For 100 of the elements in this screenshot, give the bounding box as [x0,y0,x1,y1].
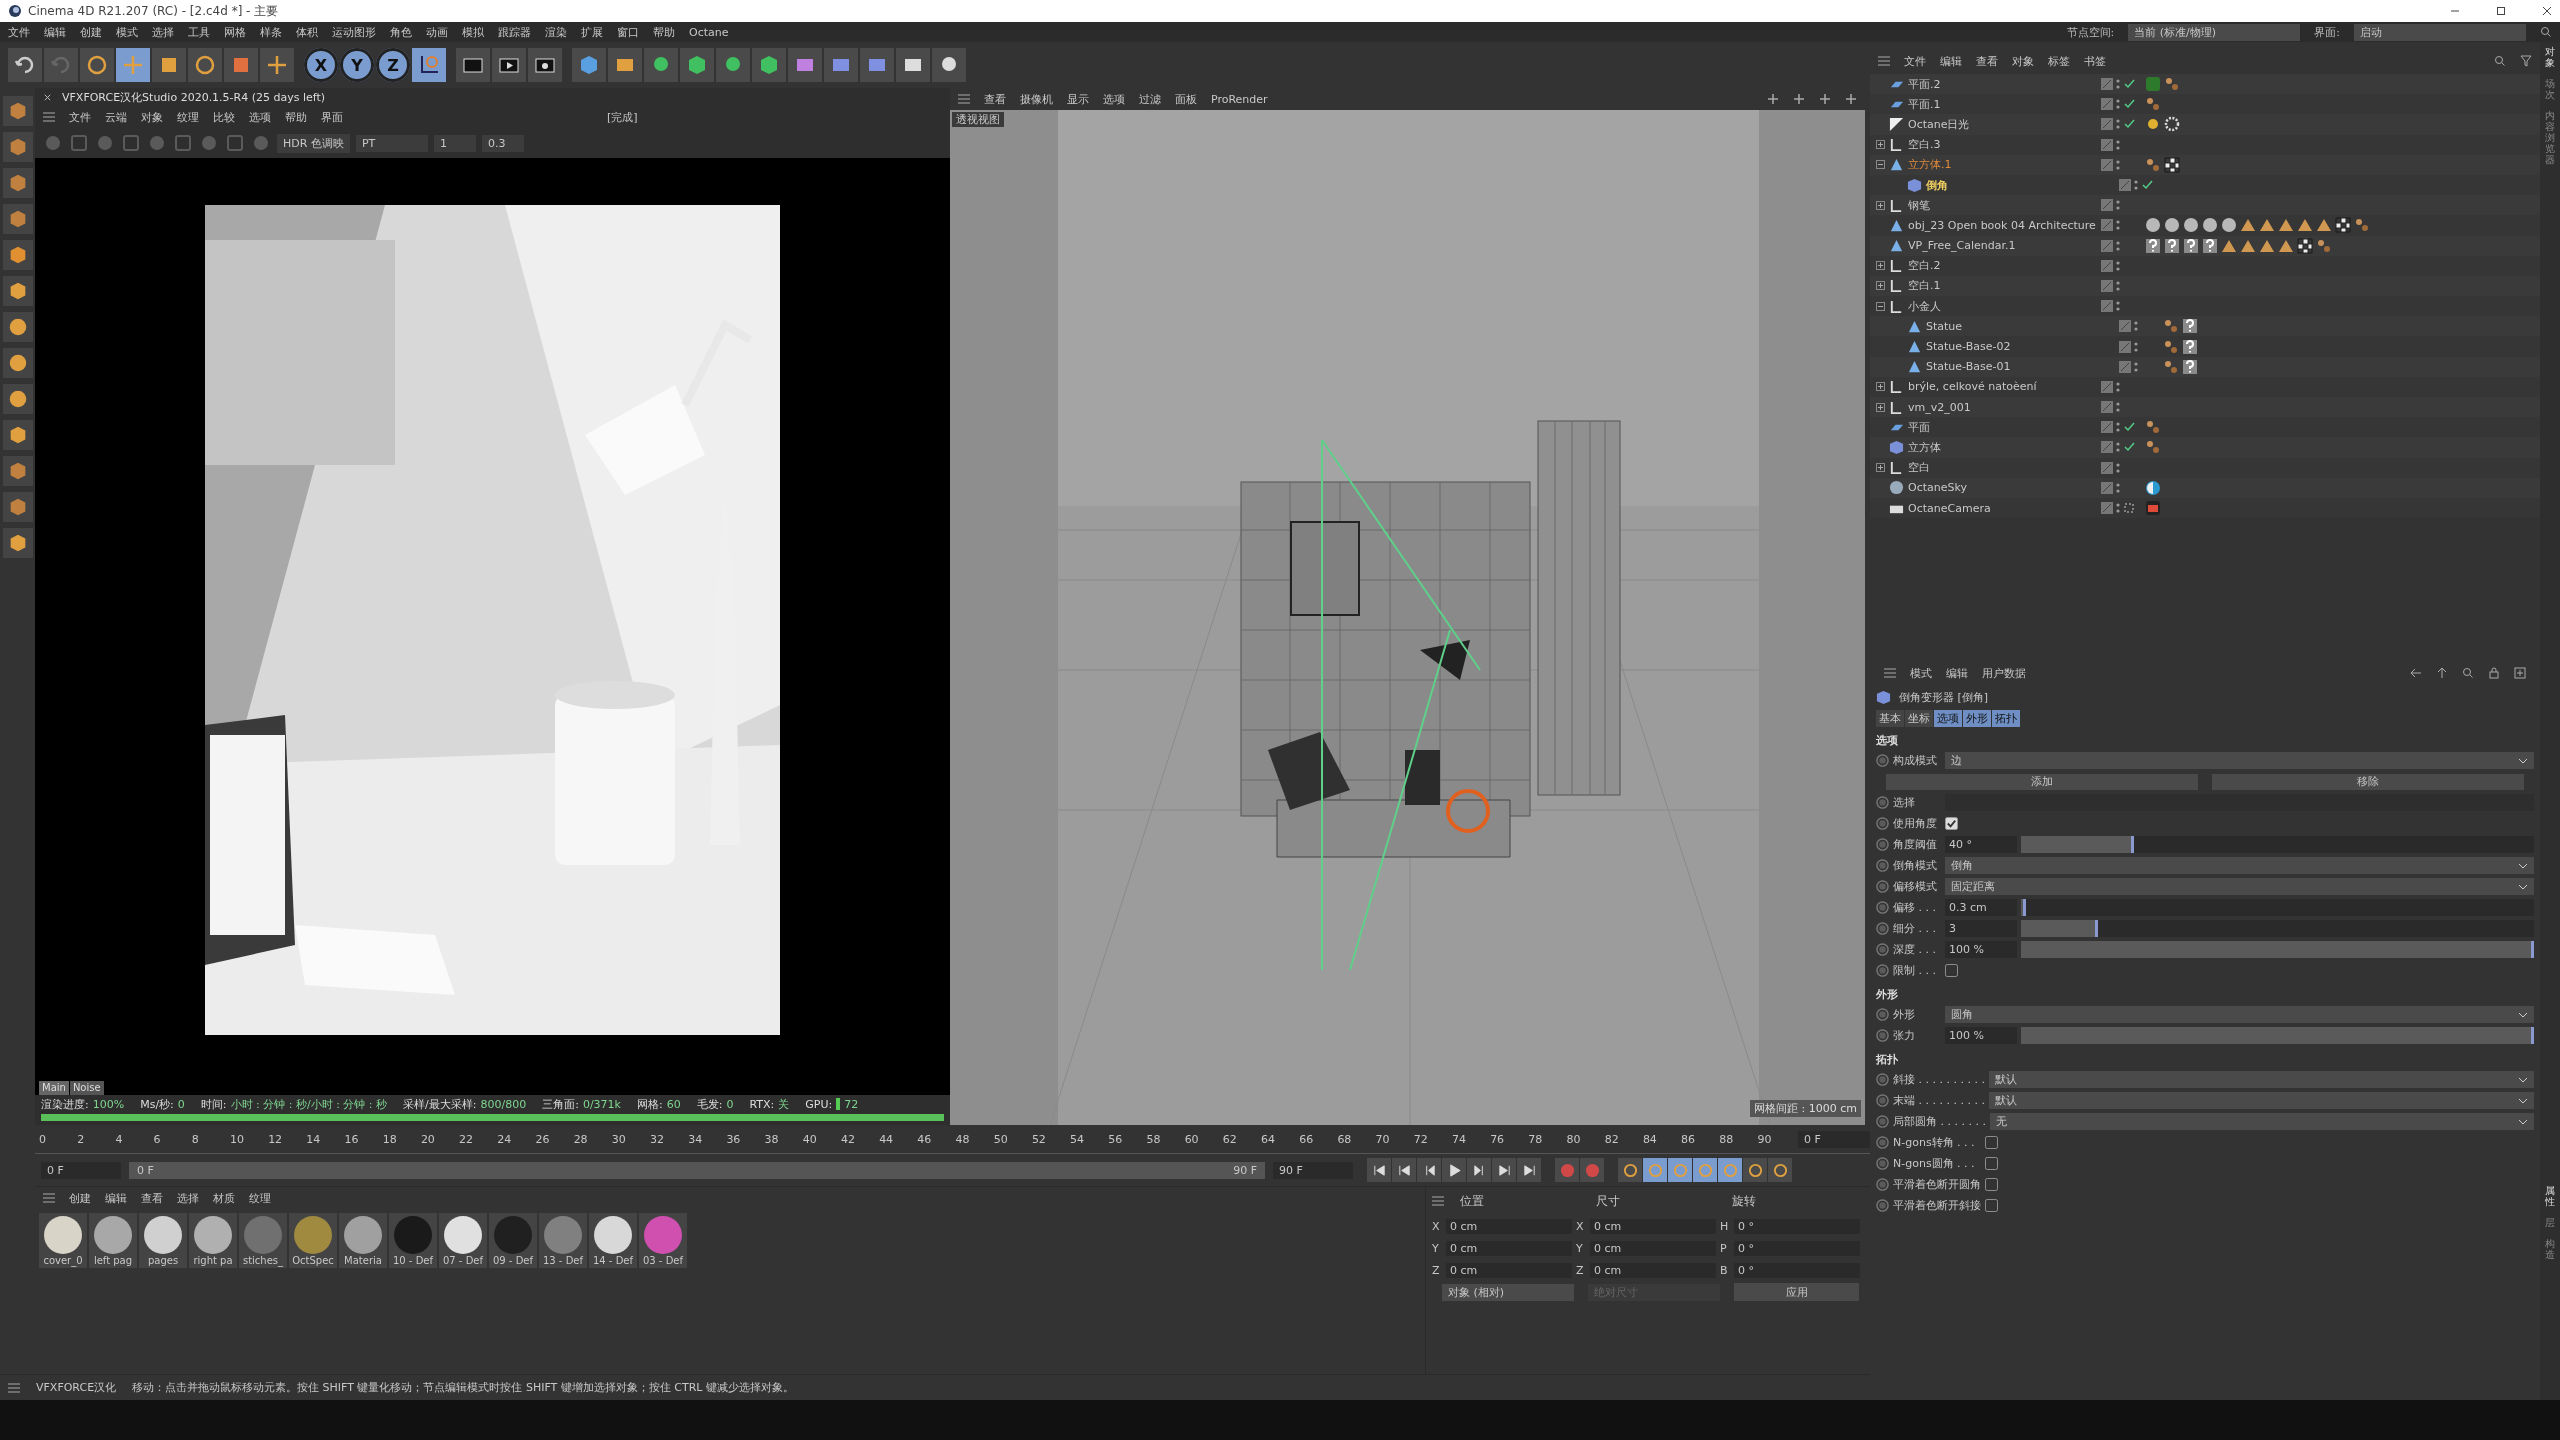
menu-icon[interactable] [43,112,55,122]
material-swatch[interactable]: right pa [189,1213,237,1268]
object-name[interactable]: 空白 [1908,460,1930,476]
editable-icon[interactable] [2101,481,2113,494]
keyframe-icon[interactable] [1876,1178,1889,1191]
side-tab[interactable]: 内容浏览器 [2545,110,2555,165]
checkbox[interactable] [1945,964,1958,977]
editable-icon[interactable] [2101,98,2113,111]
search-icon[interactable] [2540,26,2552,38]
keyframe-icon[interactable] [1876,1199,1889,1212]
menu-icon[interactable] [1432,1196,1444,1206]
menu-item[interactable]: 对象 [141,109,163,125]
visibility-dots-icon[interactable] [2116,118,2120,131]
new-panel-icon[interactable] [2514,667,2526,679]
menu-item[interactable]: 创建 [80,24,102,40]
parameter-dropdown[interactable]: 圆角 [1945,1006,2534,1023]
menu-item[interactable]: 比较 [213,109,235,125]
visibility-dots-icon[interactable] [2116,380,2120,393]
visibility-dots-icon[interactable] [2116,279,2120,292]
material-swatch[interactable]: stiches_ [239,1213,287,1268]
visibility-dots-icon[interactable] [2116,199,2120,212]
next-frame-button[interactable] [1467,1158,1491,1182]
menu-item[interactable]: 编辑 [44,24,66,40]
expander-icon[interactable] [1876,281,1885,291]
render-tab[interactable]: Noise [69,1081,104,1095]
bevel-cube-button[interactable] [680,48,714,82]
menu-item[interactable]: 标签 [2048,53,2070,69]
target-icon[interactable] [2123,502,2135,515]
number-field[interactable]: 3 [1945,920,2017,937]
menu-item[interactable]: 纹理 [177,109,199,125]
parameter-dropdown[interactable]: 无 [1989,1113,2534,1130]
object-name[interactable]: 小金人 [1908,298,1941,314]
material-tag-icon[interactable] [2202,217,2218,234]
expander-icon[interactable] [1876,261,1885,271]
checker-tag-icon[interactable] [2335,217,2351,234]
menu-item[interactable]: 摄像机 [1020,91,1053,107]
node-space-dropdown[interactable]: 当前 (标准/物理) [2128,23,2301,41]
visibility-dots-icon[interactable] [2134,340,2138,353]
editable-icon[interactable] [2101,279,2113,292]
menu-item[interactable]: 样条 [260,24,282,40]
object-name[interactable]: 钢笔 [1908,197,1930,213]
check-icon[interactable] [2123,441,2135,454]
object-name[interactable]: VP_Free_Calendar.1 [1908,239,2016,253]
number-field[interactable]: 0.3 cm [1945,899,2017,916]
phong-tag-icon[interactable] [2316,237,2332,254]
play-button[interactable] [492,48,526,82]
menu-item[interactable]: 模拟 [462,24,484,40]
menu-item[interactable]: 界面 [321,109,343,125]
menu-item[interactable]: 材质 [213,1190,235,1206]
checkbox[interactable] [1985,1136,1998,1149]
menu-item[interactable]: 扩展 [581,24,603,40]
menu-item[interactable]: 文件 [69,109,91,125]
cube-tool-button[interactable] [2,204,33,234]
object-name[interactable]: 倒角 [1926,177,1948,193]
coordinate-field[interactable]: 0 cm [1446,1240,1572,1256]
material-swatch[interactable]: left pag [89,1213,137,1268]
parameter-dropdown[interactable]: 边 [1945,752,2534,769]
menu-item[interactable]: 云端 [105,109,127,125]
visibility-dots-icon[interactable] [2116,138,2120,151]
question-tag-icon[interactable] [2182,338,2198,355]
material-swatch[interactable]: Materia [339,1213,387,1268]
object-name[interactable]: Statue-Base-01 [1926,360,2011,374]
question-tag-icon[interactable] [2182,358,2198,375]
object-name[interactable]: 平面.2 [1908,76,1941,92]
axis-lock-button[interactable]: Z [376,48,410,82]
triangle-tag-icon[interactable] [2297,217,2313,234]
flower-tag-icon[interactable] [2164,116,2180,133]
object-name[interactable]: 平面.1 [1908,96,1941,112]
editable-icon[interactable] [2101,502,2113,515]
coordinate-field[interactable]: 0 ° [1734,1240,1860,1256]
menu-item[interactable]: 用户数据 [1982,665,2026,681]
visibility-dots-icon[interactable] [2134,320,2138,333]
material-swatch[interactable]: 13 - Def [539,1213,587,1268]
editable-icon[interactable] [2101,78,2113,91]
parameter-dropdown[interactable]: 固定距离 [1945,878,2534,895]
editable-icon[interactable] [2101,259,2113,272]
current-frame-field[interactable]: 0 F [1798,1130,1870,1148]
expander-icon[interactable] [1876,301,1885,311]
coordinate-field[interactable]: 0 ° [1734,1262,1860,1278]
keyframe-icon[interactable] [1876,796,1889,809]
view-navigation-icon[interactable] [1767,93,1779,105]
render-tab[interactable]: Main [39,1081,69,1095]
editable-icon[interactable] [2101,421,2113,434]
menu-item[interactable]: 运动图形 [332,24,376,40]
previous-key-button[interactable] [1392,1158,1416,1182]
material-swatch[interactable]: pages [139,1213,187,1268]
material-tag-icon[interactable] [2164,217,2180,234]
slider-fill[interactable] [2021,920,2098,937]
visibility-dots-icon[interactable] [2116,300,2120,313]
triangle-tag-icon[interactable] [2259,217,2275,234]
visibility-dots-icon[interactable] [2116,98,2120,111]
check-icon[interactable] [2123,421,2135,434]
keyframe-icon[interactable] [1876,817,1889,830]
play-button[interactable] [1442,1158,1466,1182]
action-button[interactable]: 添加 [1886,773,2198,790]
object-name[interactable]: 立方体.1 [1908,157,1952,173]
expander-icon[interactable] [1876,160,1885,170]
material-swatch[interactable]: cover_0 [39,1213,87,1268]
triangle-tag-icon[interactable] [2278,217,2294,234]
expander-icon[interactable] [1876,200,1885,210]
